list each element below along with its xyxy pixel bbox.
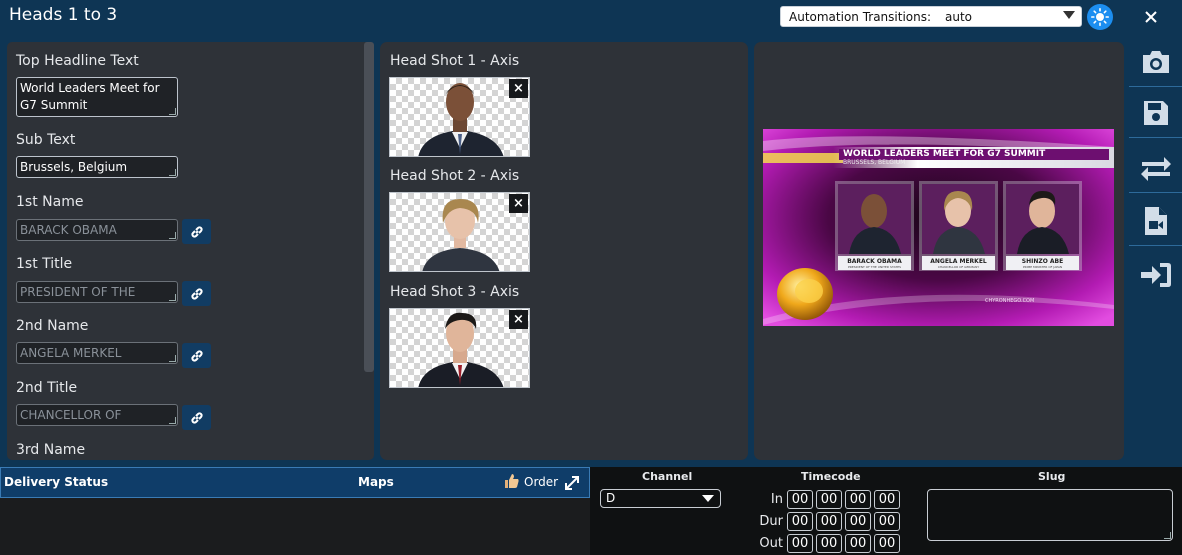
headshot-2-label: Head Shot 2 - Axis — [390, 168, 520, 184]
chevron-down-icon — [1063, 11, 1075, 19]
close-button[interactable] — [1140, 6, 1162, 28]
remove-headshot-3-button[interactable]: × — [509, 310, 528, 329]
field-label-1st-title: 1st Title — [16, 256, 73, 272]
snapshot-button[interactable] — [1129, 37, 1182, 87]
preview-watermark: CHYRONHEGO.COM — [985, 298, 1035, 304]
remove-headshot-1-button[interactable]: × — [509, 79, 528, 98]
graphic-preview: WORLD LEADERS MEET FOR G7 SUMMIT BRUSSEL… — [763, 129, 1114, 326]
second-name-link-button[interactable] — [182, 343, 211, 368]
timecode-in-minutes[interactable]: 00 — [816, 490, 842, 509]
camera-icon — [1142, 50, 1169, 73]
slug-header: Slug — [1038, 470, 1066, 483]
headshot-1-image[interactable]: × — [389, 77, 530, 157]
slug-input[interactable] — [927, 489, 1173, 541]
delivery-header: Delivery Status Maps Order — [0, 467, 590, 498]
timecode-dur-label: Dur — [759, 514, 783, 529]
link-icon — [190, 411, 203, 424]
swap-button[interactable] — [1129, 143, 1182, 193]
fields-panel: Top Headline Text World Leaders Meet for… — [7, 42, 374, 460]
first-title-input[interactable]: PRESIDENT OF THE — [16, 281, 178, 303]
first-name-link-button[interactable] — [182, 219, 211, 244]
timecode-out-frames[interactable]: 00 — [874, 534, 900, 553]
channel-header: Channel — [642, 470, 693, 483]
headshot-1-label: Head Shot 1 - Axis — [390, 53, 520, 69]
chevron-down-icon — [702, 495, 714, 502]
timecode-dur-frames[interactable]: 00 — [874, 512, 900, 531]
timecode-out-minutes[interactable]: 00 — [816, 534, 842, 553]
brightness-toggle-button[interactable] — [1087, 4, 1113, 30]
automation-value: auto — [945, 9, 973, 24]
preview-headline: WORLD LEADERS MEET FOR G7 SUMMIT — [843, 149, 1046, 159]
video-file-icon — [1144, 206, 1167, 235]
timecode-in-hours[interactable]: 00 — [787, 490, 813, 509]
timecode-out-label: Out — [759, 536, 783, 551]
headshot-2-image[interactable]: × — [389, 192, 530, 272]
timecode-in-frames[interactable]: 00 — [874, 490, 900, 509]
expand-icon[interactable] — [563, 474, 581, 496]
field-label-3rd-name: 3rd Name — [16, 442, 86, 458]
sun-icon — [1091, 8, 1109, 26]
timecode-out-seconds[interactable]: 00 — [845, 534, 871, 553]
field-label-1st-name: 1st Name — [16, 194, 84, 210]
timecode-dur-minutes[interactable]: 00 — [816, 512, 842, 531]
timecode-dur-hours[interactable]: 00 — [787, 512, 813, 531]
timecode-out-hours[interactable]: 00 — [787, 534, 813, 553]
remove-headshot-2-button[interactable]: × — [509, 194, 528, 213]
timecode-header: Timecode — [801, 470, 861, 483]
preview-name-3: SHINZO ABE — [1021, 258, 1064, 265]
preview-title-1: PRESIDENT OF THE UNITED STATES — [847, 265, 902, 269]
delivery-status-header: Delivery Status — [4, 475, 109, 489]
preview-name-2: ANGELA MERKEL — [930, 258, 987, 265]
preview-name-1: BARACK OBAMA — [847, 258, 902, 265]
fields-scrollbar[interactable] — [364, 42, 374, 372]
first-name-input[interactable]: BARACK OBAMA — [16, 219, 178, 241]
headshot-3-image[interactable]: × — [389, 308, 530, 388]
field-label-sub-text: Sub Text — [16, 132, 76, 148]
link-icon — [190, 225, 203, 238]
link-icon — [190, 349, 203, 362]
channel-select[interactable]: D — [600, 489, 721, 508]
save-icon — [1143, 100, 1168, 125]
preview-title-3: PRIME MINISTER OF JAPAN — [1022, 265, 1063, 269]
second-title-input[interactable]: CHANCELLOR OF — [16, 404, 178, 426]
field-label-top-headline: Top Headline Text — [16, 53, 139, 69]
top-headline-input[interactable]: World Leaders Meet for G7 Summit — [16, 77, 178, 117]
automation-label: Automation Transitions: — [789, 9, 932, 24]
preview-title-2: CHANCELLOR OF GERMANY — [937, 265, 980, 269]
headshots-panel: Head Shot 1 - Axis × Head Shot 2 - Axis … — [380, 42, 748, 460]
thumbs-up-icon[interactable] — [504, 473, 520, 493]
channel-value: D — [606, 491, 616, 505]
save-button[interactable] — [1129, 88, 1182, 138]
first-title-link-button[interactable] — [182, 281, 211, 306]
headshot-3-label: Head Shot 3 - Axis — [390, 284, 520, 300]
field-label-2nd-title: 2nd Title — [16, 380, 78, 396]
sign-in-icon — [1140, 263, 1171, 287]
preview-subtext: BRUSSELS, BELGIUM — [843, 159, 906, 166]
swap-icon — [1140, 156, 1171, 181]
order-button[interactable]: Order — [524, 475, 558, 489]
second-name-input[interactable]: ANGELA MERKEL — [16, 342, 178, 364]
second-title-link-button[interactable] — [182, 405, 211, 430]
field-label-2nd-name: 2nd Name — [16, 318, 89, 334]
timecode-dur-seconds[interactable]: 00 — [845, 512, 871, 531]
automation-transitions-select[interactable]: Automation Transitions: auto — [780, 6, 1082, 27]
timecode-in-label: In — [770, 492, 783, 507]
video-file-button[interactable] — [1129, 196, 1182, 246]
close-icon — [1145, 11, 1157, 23]
sign-in-button[interactable] — [1129, 250, 1182, 300]
timecode-in-seconds[interactable]: 00 — [845, 490, 871, 509]
sub-text-input[interactable]: Brussels, Belgium — [16, 156, 178, 178]
maps-header: Maps — [358, 475, 394, 489]
page-title: Heads 1 to 3 — [9, 5, 118, 25]
link-icon — [190, 287, 203, 300]
